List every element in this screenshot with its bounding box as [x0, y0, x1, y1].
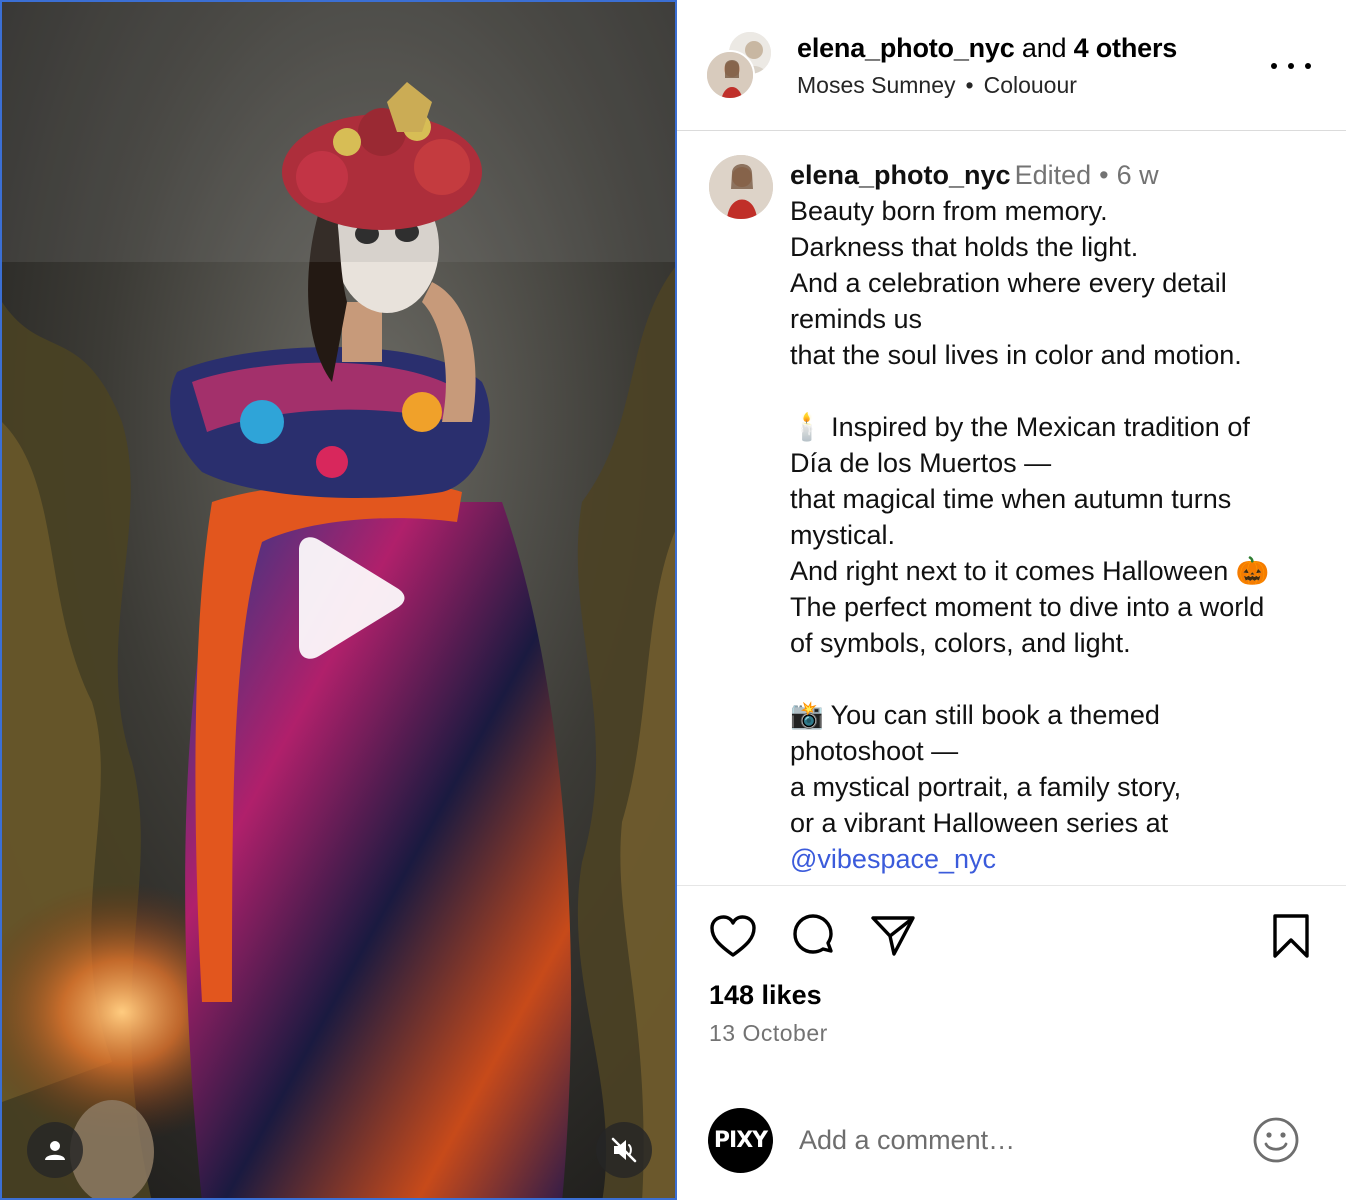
caption-line: reminds us — [790, 304, 923, 334]
caption-line — [790, 661, 1330, 697]
caption-text: elena_photo_nyc Edited • 6 w Beauty born fr… — [790, 157, 1330, 877]
audio-artist[interactable]: Moses Sumney — [797, 72, 956, 98]
caption-author-avatar[interactable] — [709, 155, 773, 219]
audio-title[interactable]: Colouour — [984, 72, 1077, 98]
likes-count[interactable]: 148 likes — [709, 980, 822, 1011]
more-dot — [1288, 63, 1294, 69]
comment-bubble-icon — [793, 914, 833, 954]
post-date: 13 October — [709, 1020, 828, 1046]
heart-icon — [710, 915, 756, 957]
bookmark-icon — [1273, 914, 1309, 958]
speaker-muted-icon — [611, 1137, 637, 1163]
comment-input[interactable] — [799, 1117, 1239, 1163]
action-bar — [677, 910, 1346, 966]
caption-line: And right next to it comes Halloween 🎃 — [790, 556, 1270, 586]
caption-line: a mystical portrait, a family story, — [790, 772, 1182, 802]
caption-line: Día de los Muertos — — [790, 448, 1052, 478]
caption-line: photoshoot — — [790, 736, 959, 766]
caption-line: 📸 You can still book a themed — [790, 700, 1160, 730]
caption-line — [790, 373, 1330, 409]
audio-track[interactable]: Moses Sumney • Colouour — [797, 72, 1077, 99]
mention-link[interactable]: @vibespace_nyc — [790, 841, 1330, 877]
smiley-icon — [1253, 1117, 1299, 1163]
author-avatar — [705, 50, 755, 100]
caption-line: The perfect moment to dive into a world — [790, 592, 1265, 622]
post-video[interactable] — [0, 0, 677, 1200]
post-header: elena_photo_nyc and 4 others Moses Sumne… — [677, 0, 1346, 131]
caption-line: Darkness that holds the light. — [790, 232, 1139, 262]
current-user-avatar[interactable]: PIXY — [708, 1108, 773, 1173]
share-button[interactable] — [867, 910, 919, 962]
play-icon — [299, 537, 405, 659]
paper-plane-icon — [871, 916, 915, 956]
caption-line: And a celebration where every detail — [790, 268, 1227, 298]
mute-button[interactable] — [596, 1122, 652, 1178]
caption-line: or a vibrant Halloween series at — [790, 808, 1169, 838]
post-age[interactable]: 6 w — [1117, 160, 1159, 190]
comment-button[interactable] — [787, 910, 839, 962]
separator-dot: • — [965, 72, 974, 98]
play-button[interactable] — [285, 532, 409, 664]
caption-section: elena_photo_nyc Edited • 6 w Beauty born fr… — [677, 131, 1346, 886]
caption-line: that the soul lives in color and motion. — [790, 340, 1242, 370]
more-horizontal-icon — [1271, 63, 1277, 69]
more-options-button[interactable] — [1271, 52, 1311, 80]
edited-label: Edited — [1014, 160, 1092, 190]
caption-author-photo — [709, 155, 773, 219]
and-text: and — [1021, 33, 1067, 63]
save-button[interactable] — [1265, 910, 1317, 962]
caption-line: of symbols, colors, and light. — [790, 628, 1131, 658]
caption-line: Beauty born from memory. — [790, 196, 1108, 226]
others-link[interactable]: 4 others — [1074, 33, 1178, 63]
caption-line: mystical. — [790, 520, 896, 550]
caption-line: 🕯️ Inspired by the Mexican tradition of — [790, 412, 1250, 442]
post-details-panel: elena_photo_nyc and 4 others Moses Sumne… — [677, 0, 1346, 1200]
caption-dot: • — [1099, 160, 1109, 190]
more-dot — [1305, 63, 1311, 69]
like-button[interactable] — [707, 910, 759, 962]
caption-header: elena_photo_nyc Edited • 6 w — [790, 157, 1330, 193]
add-comment-row: PIXY — [677, 1095, 1346, 1185]
tagged-users-button[interactable] — [27, 1122, 83, 1178]
collaborator-avatars[interactable] — [705, 30, 775, 102]
user-tag-icon — [45, 1141, 65, 1160]
author-photo — [707, 52, 753, 98]
caption-username[interactable]: elena_photo_nyc — [790, 160, 1011, 190]
post-author-line: elena_photo_nyc and 4 others — [797, 33, 1177, 64]
author-username[interactable]: elena_photo_nyc — [797, 33, 1015, 63]
emoji-button[interactable] — [1251, 1115, 1301, 1165]
caption-line: that magical time when autumn turns — [790, 484, 1232, 514]
